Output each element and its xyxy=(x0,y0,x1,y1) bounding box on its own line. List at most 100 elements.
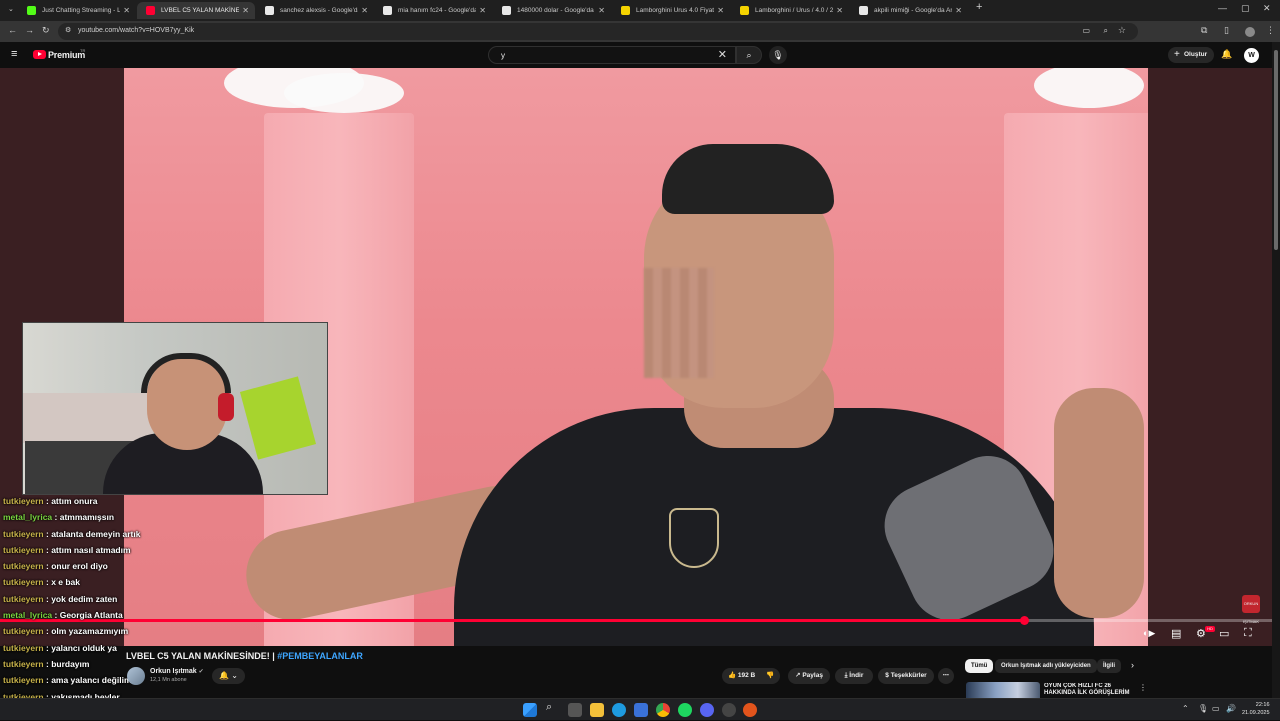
chat-separator: : xyxy=(52,512,60,523)
chips-next-icon[interactable]: › xyxy=(1131,660,1134,670)
close-tab-icon[interactable]: ✕ xyxy=(242,2,249,19)
channel-name[interactable]: Orkun Işıtmak ✔ xyxy=(150,668,204,675)
url-text: youtube.com/watch?v=HOVB7yy_Kik xyxy=(78,27,195,34)
browser-tab[interactable]: akpili mimiği - Google'da Ara ✕ xyxy=(850,2,968,19)
account-avatar[interactable]: W xyxy=(1244,48,1259,63)
site-info-icon[interactable]: ⚙ xyxy=(65,26,71,34)
youtube-header: ≡ Premium TR y ✕ ⌕ 🎙 + Oluştur 🔔 W xyxy=(0,42,1280,68)
fullscreen-icon[interactable]: ⛶ xyxy=(1244,627,1252,640)
more-actions-button[interactable]: ⋯ xyxy=(938,668,954,684)
dislike-icon[interactable]: 👎 xyxy=(766,668,774,684)
chip-related[interactable]: İlgili xyxy=(1097,659,1121,673)
minimize-icon[interactable]: — xyxy=(1218,3,1227,13)
close-tab-icon[interactable]: ✕ xyxy=(836,2,843,19)
extensions-icon[interactable]: ⧉ xyxy=(1201,25,1207,36)
obs-icon[interactable] xyxy=(743,703,757,717)
chat-username: tutkieyern xyxy=(3,577,44,588)
channel-watermark[interactable]: ORKUN IŞITMAK xyxy=(1242,595,1260,624)
like-button[interactable]: 👍 192 B xyxy=(728,668,755,684)
tray-app-icon[interactable]: 🎙 xyxy=(1198,704,1208,713)
taskbar-search-icon[interactable]: ⌕ xyxy=(546,701,552,714)
download-button[interactable]: ⤓ İndir xyxy=(835,668,873,684)
video-hashtag[interactable]: #PEMBEYALANLAR xyxy=(277,651,363,661)
subtitles-icon[interactable]: ▤ xyxy=(1171,627,1181,640)
search-query: y xyxy=(501,51,505,60)
browser-tab[interactable]: mia hanım fc24 - Google'da Ara✕ xyxy=(374,2,492,19)
address-bar[interactable]: ⚙ youtube.com/watch?v=HOVB7yy_Kik ▭ ⌕ ☆ xyxy=(58,23,1138,40)
back-icon[interactable]: ← xyxy=(8,25,17,35)
chip-all[interactable]: Tümü xyxy=(965,659,994,673)
spotify-icon[interactable] xyxy=(678,703,692,717)
tray-overflow-icon[interactable]: ⌃ xyxy=(1182,704,1189,713)
tab-search-icon[interactable]: ⌄ xyxy=(8,5,14,13)
theater-mode-icon[interactable]: ▭ xyxy=(1219,627,1229,640)
chip-uploader[interactable]: Orkun Işıtmak adlı yükleyiciden xyxy=(995,659,1097,673)
new-tab-icon[interactable]: + xyxy=(976,1,982,13)
share-label: Paylaş xyxy=(802,672,823,679)
close-window-icon[interactable]: ✕ xyxy=(1263,3,1271,14)
create-button[interactable]: + Oluştur xyxy=(1168,47,1214,63)
clear-search-icon[interactable]: ✕ xyxy=(718,48,727,61)
browser-tab[interactable]: sanchez alexsis - Google'da Ara✕ xyxy=(256,2,374,19)
menu-kebab-icon[interactable]: ⋮ xyxy=(1266,25,1275,36)
voice-search-button[interactable]: 🎙 xyxy=(769,46,787,64)
task-view-icon[interactable] xyxy=(568,703,582,717)
hamburger-menu-icon[interactable]: ≡ xyxy=(11,48,17,60)
store-icon[interactable] xyxy=(634,703,648,717)
clock-date: 21.09.2025 xyxy=(1242,710,1270,716)
bookmark-star-icon[interactable]: ☆ xyxy=(1118,25,1126,36)
browser-tab[interactable]: Just Chatting Streaming - Live✕ xyxy=(18,2,136,19)
autoplay-toggle-icon[interactable]: ◐▶ xyxy=(1143,628,1155,639)
chat-text: attım onura xyxy=(51,496,98,506)
chat-text: atalanta demeyin artık xyxy=(51,528,141,539)
chat-text: yalancı olduk ya xyxy=(51,642,117,653)
zoom-icon[interactable]: ⌕ xyxy=(1104,26,1108,36)
browser-tab[interactable]: Lamborghini / Urus / 4.0 / 2023✕ xyxy=(731,2,849,19)
progress-scrubber[interactable] xyxy=(1020,616,1029,625)
chat-username: tutkieyern xyxy=(3,642,44,653)
network-icon[interactable]: ▭ xyxy=(1212,704,1220,713)
browser-tab[interactable]: 1480000 dolar - Google'da Ara✕ xyxy=(493,2,611,19)
browser-tab[interactable]: LVBEL C5 YALAN MAKİNESİNDE!✕ xyxy=(137,2,255,19)
profile-sidebar-icon[interactable]: ▯ xyxy=(1224,25,1229,36)
recommended-title[interactable]: OYUN ÇOK HIZLI FC 26 HAKKINDA İLK GÖRÜŞL… xyxy=(1044,683,1136,697)
close-tab-icon[interactable]: ✕ xyxy=(123,2,130,19)
discord-icon[interactable] xyxy=(700,703,714,717)
reload-icon[interactable]: ↻ xyxy=(42,25,50,36)
browser-tab[interactable]: Lamborghini Urus 4.0 Fiyatları✕ xyxy=(612,2,730,19)
close-tab-icon[interactable]: ✕ xyxy=(717,2,724,19)
thanks-button[interactable]: $ Teşekkürler xyxy=(878,668,934,684)
search-input[interactable]: y ✕ xyxy=(488,46,736,64)
channel-avatar[interactable] xyxy=(127,667,145,685)
cast-icon[interactable]: ▭ xyxy=(1082,26,1090,35)
search-button[interactable]: ⌕ xyxy=(736,46,762,64)
scrollbar-thumb[interactable] xyxy=(1274,50,1278,250)
edge-icon[interactable] xyxy=(612,703,626,717)
close-tab-icon[interactable]: ✕ xyxy=(479,2,486,19)
share-icon: ↗ xyxy=(795,672,801,679)
chat-message: tutkieyern : onur erol diyo xyxy=(3,558,323,574)
profile-avatar-icon[interactable] xyxy=(1245,27,1255,37)
bell-icon: 🔔 ⌄ xyxy=(219,671,238,680)
recommended-menu-icon[interactable]: ⋮ xyxy=(1139,683,1147,692)
notifications-bell-icon[interactable]: 🔔 xyxy=(1221,49,1232,60)
close-tab-icon[interactable]: ✕ xyxy=(361,2,368,19)
chrome-icon[interactable] xyxy=(656,703,670,717)
volume-icon[interactable]: 🔊 xyxy=(1226,704,1236,713)
taskbar-clock[interactable]: 22:16 21.09.2025 xyxy=(1242,701,1270,717)
close-tab-icon[interactable]: ✕ xyxy=(598,2,605,19)
person-hair xyxy=(662,144,834,214)
tab-favicon-icon xyxy=(27,6,36,15)
share-button[interactable]: ↗ Paylaş xyxy=(788,668,830,684)
restore-icon[interactable]: ▢ xyxy=(1241,3,1250,14)
windows-start-icon[interactable] xyxy=(523,703,537,717)
file-explorer-icon[interactable] xyxy=(590,703,604,717)
close-tab-icon[interactable]: ✕ xyxy=(955,2,962,19)
forward-icon[interactable]: → xyxy=(25,25,34,35)
download-label: İndir xyxy=(849,672,864,679)
app-icon[interactable] xyxy=(722,703,736,717)
chat-username: tutkieyern xyxy=(3,496,44,506)
subscription-bell-button[interactable]: 🔔 ⌄ xyxy=(212,668,245,684)
youtube-logo-icon[interactable] xyxy=(33,50,46,59)
chat-text: x e bak xyxy=(51,577,81,588)
